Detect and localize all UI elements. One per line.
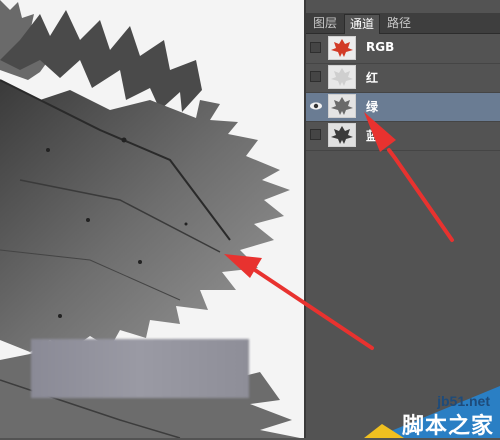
tab-layers[interactable]: 图层 [310,14,340,33]
watermark-site: jb51.net [437,393,490,409]
channel-label: RGB [366,40,395,54]
channel-label: 红 [366,71,379,85]
visibility-toggle[interactable] [310,129,321,140]
visibility-toggle[interactable] [310,42,321,53]
channel-label: 绿 [366,100,379,114]
tab-channels[interactable]: 通道 [344,14,380,34]
watermark-name: 脚本之家 [401,414,494,439]
channel-thumbnail [328,94,356,118]
channel-thumbnail [328,123,356,147]
document-canvas[interactable] [0,0,304,438]
panel-tab-bar: 图层 通道 路径 [306,13,500,34]
channel-row-blue[interactable]: 蓝 ◦ [306,122,500,151]
channel-row-green[interactable]: 绿 ◦ [306,93,500,122]
channel-row-red[interactable]: 红 ◦ [306,64,500,93]
visibility-toggle[interactable] [310,71,321,82]
blurred-region [31,339,249,398]
channels-panel: 图层 通道 路径 RGB ◦ 红 ◦ 绿 ◦ 蓝 [306,0,500,438]
channel-row-rgb[interactable]: RGB ◦ [306,35,500,64]
site-watermark: jb51.net 脚本之家 [364,386,500,439]
channel-thumbnail [328,36,356,60]
channel-thumbnail [328,65,356,89]
eye-icon[interactable] [309,99,323,113]
tab-paths[interactable]: 路径 [384,14,414,33]
channel-label: 蓝 [366,129,379,143]
